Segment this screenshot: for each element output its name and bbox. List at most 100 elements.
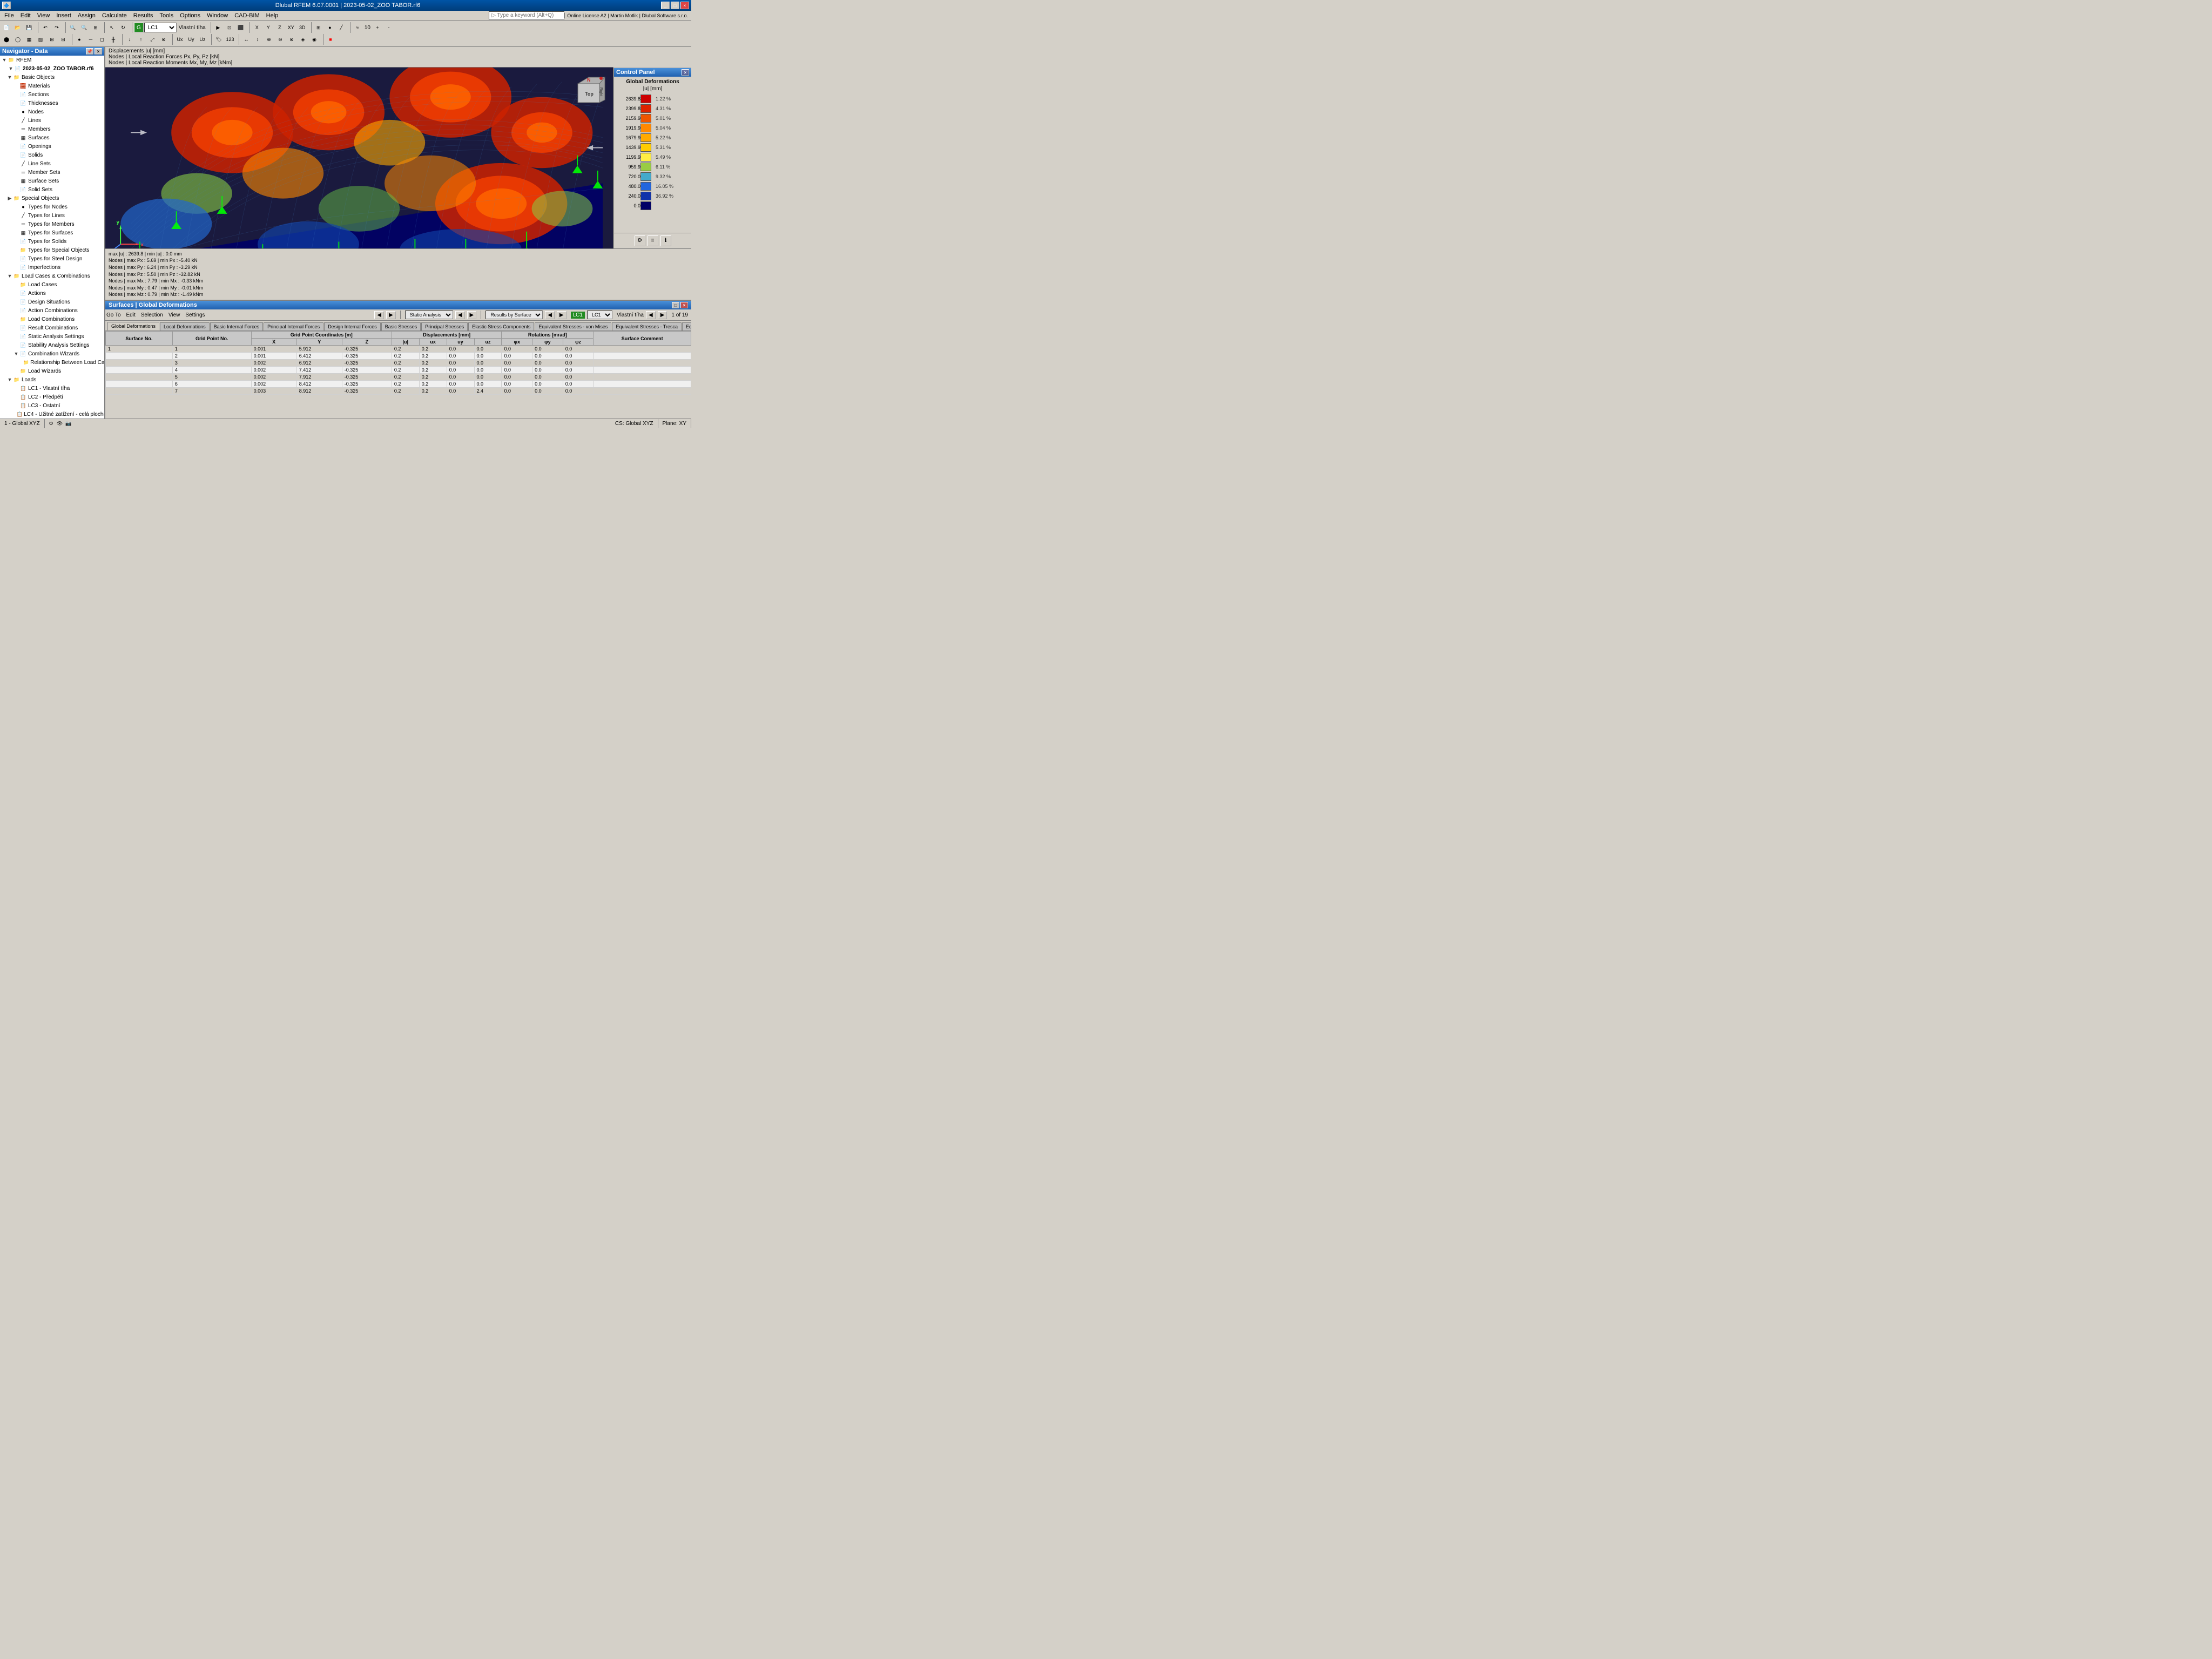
tb-line[interactable]: ╱ [336,22,347,33]
tab-elastic-stress-components[interactable]: Elastic Stress Components [468,322,534,331]
tree-item-33[interactable]: ▶📁Relationship Between Load Cases [0,358,104,367]
menu-results[interactable]: Results [130,12,157,19]
tb-redo[interactable]: ↷ [51,22,62,33]
tb2-more-4[interactable]: ⊖ [275,34,286,45]
tb2-4[interactable]: ▧ [35,34,46,45]
tree-item-31[interactable]: ▶📄Stability Analysis Settings [0,341,104,349]
tab-global-deformations[interactable]: Global Deformations [107,322,159,331]
tree-item-26[interactable]: ▶📄Design Situations [0,298,104,306]
tree-item-file[interactable]: ▼ 📄 2023-05-02_ZOO TABOR.rf6 [0,64,104,73]
tb-deform-scale[interactable]: ≈ [352,22,363,33]
tb-solid[interactable]: ⬛ [235,22,246,33]
bp-prev-button[interactable]: ◀ [374,311,384,319]
menu-help[interactable]: Help [263,12,282,19]
tb2-6[interactable]: ⊟ [58,34,69,45]
tab-von-mises[interactable]: Equivalent Stresses - von Mises [535,322,611,331]
tree-item-24[interactable]: ▶📁Load Cases [0,280,104,289]
cp-filter-icon[interactable]: ≡ [648,235,658,246]
tree-item-0[interactable]: ▼📁Basic Objects [0,73,104,82]
tb2-stop[interactable]: ■ [325,34,336,45]
expand-35[interactable]: ▼ [6,376,13,383]
tb2-3[interactable]: ▦ [24,34,35,45]
tree-item-28[interactable]: ▶📁Load Combinations [0,315,104,323]
tree-item-35[interactable]: ▼📁Loads [0,375,104,384]
bp-analysis-selector[interactable]: Static Analysis [405,311,453,319]
menu-options[interactable]: Options [177,12,204,19]
tb2-5[interactable]: ⊞ [46,34,57,45]
3d-viewport[interactable]: x y z Top [105,68,613,248]
tb2-more-5[interactable]: ⊗ [286,34,297,45]
bp-close-button[interactable]: × [680,302,688,308]
tree-item-37[interactable]: ▶📋LC2 - Předpětí [0,393,104,401]
tb-fit[interactable]: ⊞ [90,22,101,33]
nav-close-button[interactable]: × [95,48,102,55]
tb-new[interactable]: 📄 [1,22,12,33]
menu-assign[interactable]: Assign [75,12,99,19]
cp-settings-icon[interactable]: ⚙ [635,235,645,246]
nav-pin-button[interactable]: 📌 [86,48,93,55]
tb-scale-plus[interactable]: + [372,22,383,33]
expand-file[interactable]: ▼ [8,65,14,72]
tb2-labels[interactable]: 🏷 [213,34,224,45]
bp-analysis-prev[interactable]: ◀ [455,311,465,319]
tb2-node-btn[interactable]: ● [74,34,85,45]
bp-maximize-button[interactable]: □ [672,302,679,308]
tab-principal-stresses[interactable]: Principal Stresses [421,322,468,331]
tb2-more-6[interactable]: ◈ [298,34,308,45]
bp-menu-edit[interactable]: Edit [123,312,136,318]
keyword-search-input[interactable] [489,11,564,20]
tree-item-20[interactable]: ▶📁Types for Special Objects [0,246,104,254]
tab-principal-internal-forces[interactable]: Principal Internal Forces [264,322,323,331]
tb-select[interactable]: ↖ [106,22,117,33]
tree-item-15[interactable]: ▶●Types for Nodes [0,203,104,211]
tree-item-32[interactable]: ▼📄Combination Wizards [0,349,104,358]
system-menu-icon[interactable]: 🔷 [2,2,11,9]
tb-view-xy[interactable]: XY [286,22,296,33]
tab-rankine[interactable]: Equivalent Stresses - Rankine [682,322,691,331]
tb-view-x[interactable]: X [252,22,262,33]
menu-window[interactable]: Window [204,12,231,19]
bp-analysis-next[interactable]: ▶ [467,311,477,319]
tree-item-14[interactable]: ▶📁Special Objects [0,194,104,203]
menu-insert[interactable]: Insert [53,12,75,19]
view-cube[interactable]: Top Right N [570,73,608,111]
tb-view-3d[interactable]: 3D [297,22,308,33]
tree-item-18[interactable]: ▶▦Types for Surfaces [0,228,104,237]
menu-cad-bim[interactable]: CAD-BIM [231,12,262,19]
tree-item-38[interactable]: ▶📋LC3 - Ostatní [0,401,104,410]
tab-local-deformations[interactable]: Local Deformations [160,322,210,331]
tb2-show-stress[interactable]: ⊗ [158,34,169,45]
tree-item-22[interactable]: ▶📄Imperfections [0,263,104,272]
menu-file[interactable]: File [1,12,17,19]
tb2-values[interactable]: 123 [225,34,235,45]
tree-item-29[interactable]: ▶📄Result Combinations [0,323,104,332]
tb-wire[interactable]: ⊡ [224,22,235,33]
tb-node[interactable]: ● [325,22,335,33]
tb-undo[interactable]: ↶ [40,22,51,33]
tree-item-6[interactable]: ▶═Members [0,125,104,133]
tree-item-5[interactable]: ▶╱Lines [0,116,104,125]
bp-menu-goto[interactable]: Go To [106,312,121,318]
tb2-2[interactable]: ◯ [12,34,23,45]
tree-item-9[interactable]: ▶📄Solids [0,151,104,159]
tree-item-21[interactable]: ▶📄Types for Steel Design [0,254,104,263]
tb-scale-minus[interactable]: - [383,22,394,33]
tb-mesh[interactable]: ⊞ [313,22,324,33]
tb2-more-1[interactable]: ↔ [241,34,252,45]
tb2-z-axis[interactable]: Uz [197,34,208,45]
expand-14[interactable]: ▶ [6,195,13,201]
tb-zoom-out[interactable]: 🔍 [79,22,90,33]
tree-item-34[interactable]: ▶📁Load Wizards [0,367,104,375]
tree-item-8[interactable]: ▶📄Openings [0,142,104,151]
bp-result-selector[interactable]: Results by Surface [485,311,543,319]
menu-tools[interactable]: Tools [156,12,177,19]
tb-render[interactable]: ▶ [213,22,224,33]
bp-result-next[interactable]: ▶ [557,311,567,319]
tb-open[interactable]: 📂 [12,22,23,33]
bp-lc-prev[interactable]: ◀ [646,311,656,319]
status-icon-2[interactable]: 👁 [56,420,64,428]
bp-menu-selection[interactable]: Selection [138,312,163,318]
results-table-container[interactable]: Surface No. Grid Point No. Grid Point Co… [105,331,691,419]
tree-item-19[interactable]: ▶📄Types for Solids [0,237,104,246]
bp-lc-next[interactable]: ▶ [658,311,667,319]
